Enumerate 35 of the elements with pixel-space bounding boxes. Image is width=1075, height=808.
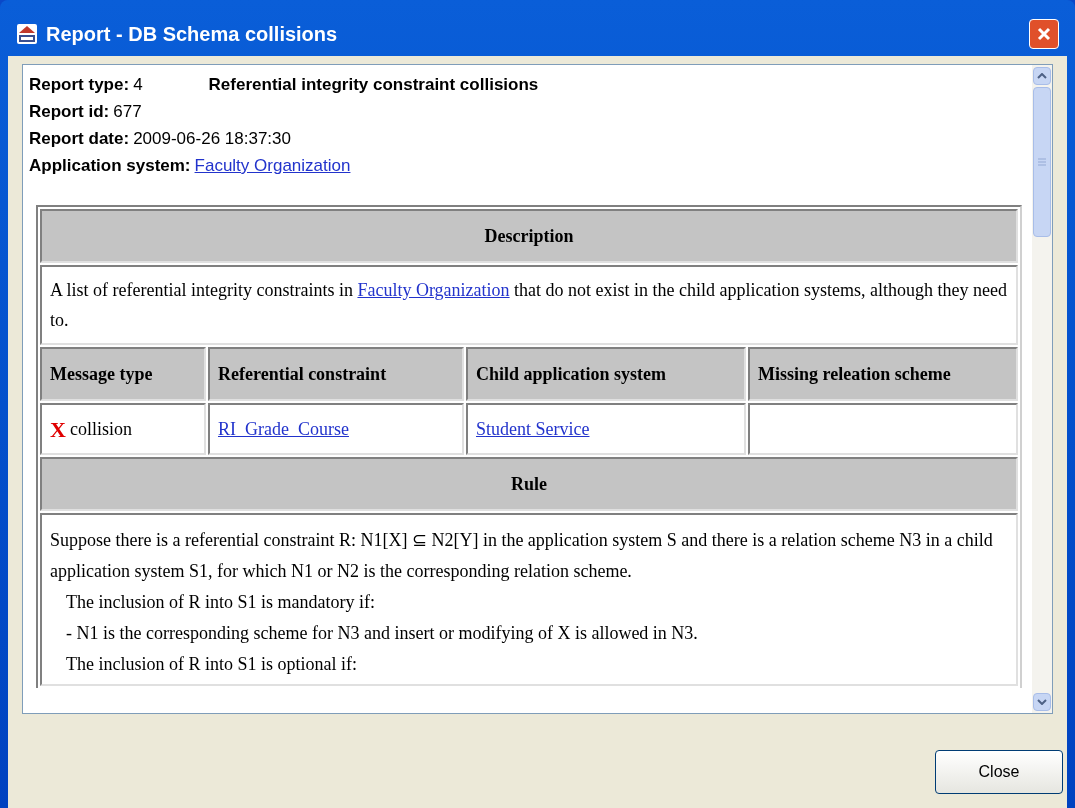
field-value: 2009-06-26 18:37:30 — [133, 128, 291, 150]
grip-icon — [1038, 158, 1046, 166]
rule-text: - N1 is the corresponding scheme for N3 and insert or modifying of X is allowed in N3. — [65, 622, 699, 645]
table-header: Description — [40, 209, 1018, 263]
field-label: Report date: — [29, 128, 130, 150]
rule-text: The inclusion of R into S1 is optional if: — [65, 653, 358, 676]
close-button[interactable] — [1029, 19, 1059, 49]
scroll-up-button[interactable] — [1033, 67, 1051, 85]
app-logo-icon — [16, 23, 38, 45]
scroll-down-button[interactable] — [1033, 693, 1051, 711]
window-title: Report - DB Schema collisions — [46, 22, 338, 47]
field-value: 677 — [113, 101, 142, 123]
constraint-link[interactable]: RI_Grade_Course — [218, 415, 349, 443]
message-type: collision — [69, 417, 132, 441]
field-value: 4 — [133, 74, 143, 96]
child-system-link[interactable]: Student Service — [476, 415, 590, 443]
vertical-scrollbar[interactable] — [1032, 65, 1052, 713]
application-link[interactable]: Faculty Organization — [357, 280, 510, 300]
column-header: Message type — [40, 347, 206, 401]
table-header: Rule — [40, 457, 1018, 511]
rule-text: The inclusion of R into S1 is mandatory if: — [65, 591, 376, 614]
column-header: Missing releation scheme — [748, 347, 1018, 401]
field-label: Report id: — [29, 101, 110, 123]
field-label: Application system: — [29, 155, 191, 177]
column-header: Child application system — [466, 347, 746, 401]
report-type-name: Referential integrity constraint collisions — [208, 74, 539, 96]
application-link[interactable]: Faculty Organization — [194, 152, 351, 179]
close-icon — [1036, 26, 1052, 42]
field-label: Report type: — [29, 74, 130, 96]
collision-mark: X — [50, 415, 66, 444]
column-header: Referential constraint — [208, 347, 464, 401]
rule-text: Suppose there is a referential constraint R: N1[X] ⊆ N2[Y] in the application system S and there is a relation scheme N3 in a child application system S1, for which N1 or N2 is the corresponding relation scheme. — [50, 529, 994, 583]
description-text: A list of referential integrity constraints in Faculty Organization that do not exist in the child application systems, although they need to. — [40, 265, 1018, 345]
close-dialog-button[interactable]: Close — [935, 750, 1063, 794]
scroll-thumb[interactable] — [1033, 87, 1051, 237]
